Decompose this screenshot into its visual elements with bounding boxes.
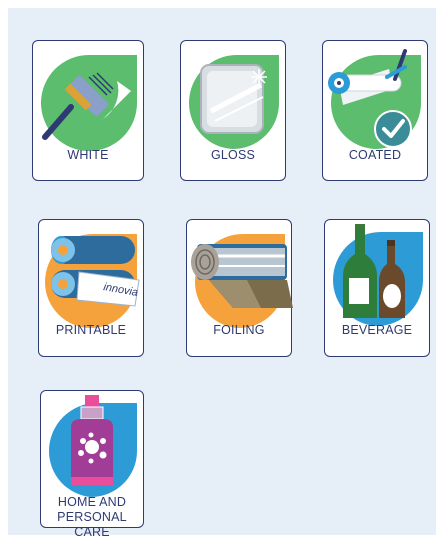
category-card-foiling[interactable]: FOILING [186, 219, 293, 357]
category-label-line-2: PERSONAL CARE [57, 510, 127, 539]
category-label: COATED [348, 148, 402, 162]
category-card-coated[interactable]: COATED [322, 40, 428, 181]
category-label: HOME AND PERSONAL CARE [41, 495, 143, 540]
category-card-white[interactable]: WHITE [32, 40, 144, 181]
category-card-gloss[interactable]: GLOSS [180, 40, 286, 181]
category-card-printable[interactable]: innovia PRINTABLE [38, 219, 144, 357]
foil-roll-icon [191, 234, 293, 328]
category-label: WHITE [67, 148, 109, 162]
category-label: PRINTABLE [55, 323, 127, 337]
category-label: GLOSS [210, 148, 256, 162]
category-label: BEVERAGE [341, 323, 413, 337]
category-card-beverage[interactable]: BEVERAGE [324, 219, 430, 357]
category-panel: WHITE GLOSS COATED innovia PRINTABLE FOI… [8, 8, 436, 539]
category-card-home-and-personal-care[interactable]: HOME AND PERSONAL CARE [40, 390, 144, 539]
printing-rollers-icon: innovia [45, 234, 140, 328]
category-label-line-1: HOME AND [57, 495, 127, 509]
category-label: FOILING [213, 323, 265, 337]
bottles-icon [332, 224, 423, 326]
